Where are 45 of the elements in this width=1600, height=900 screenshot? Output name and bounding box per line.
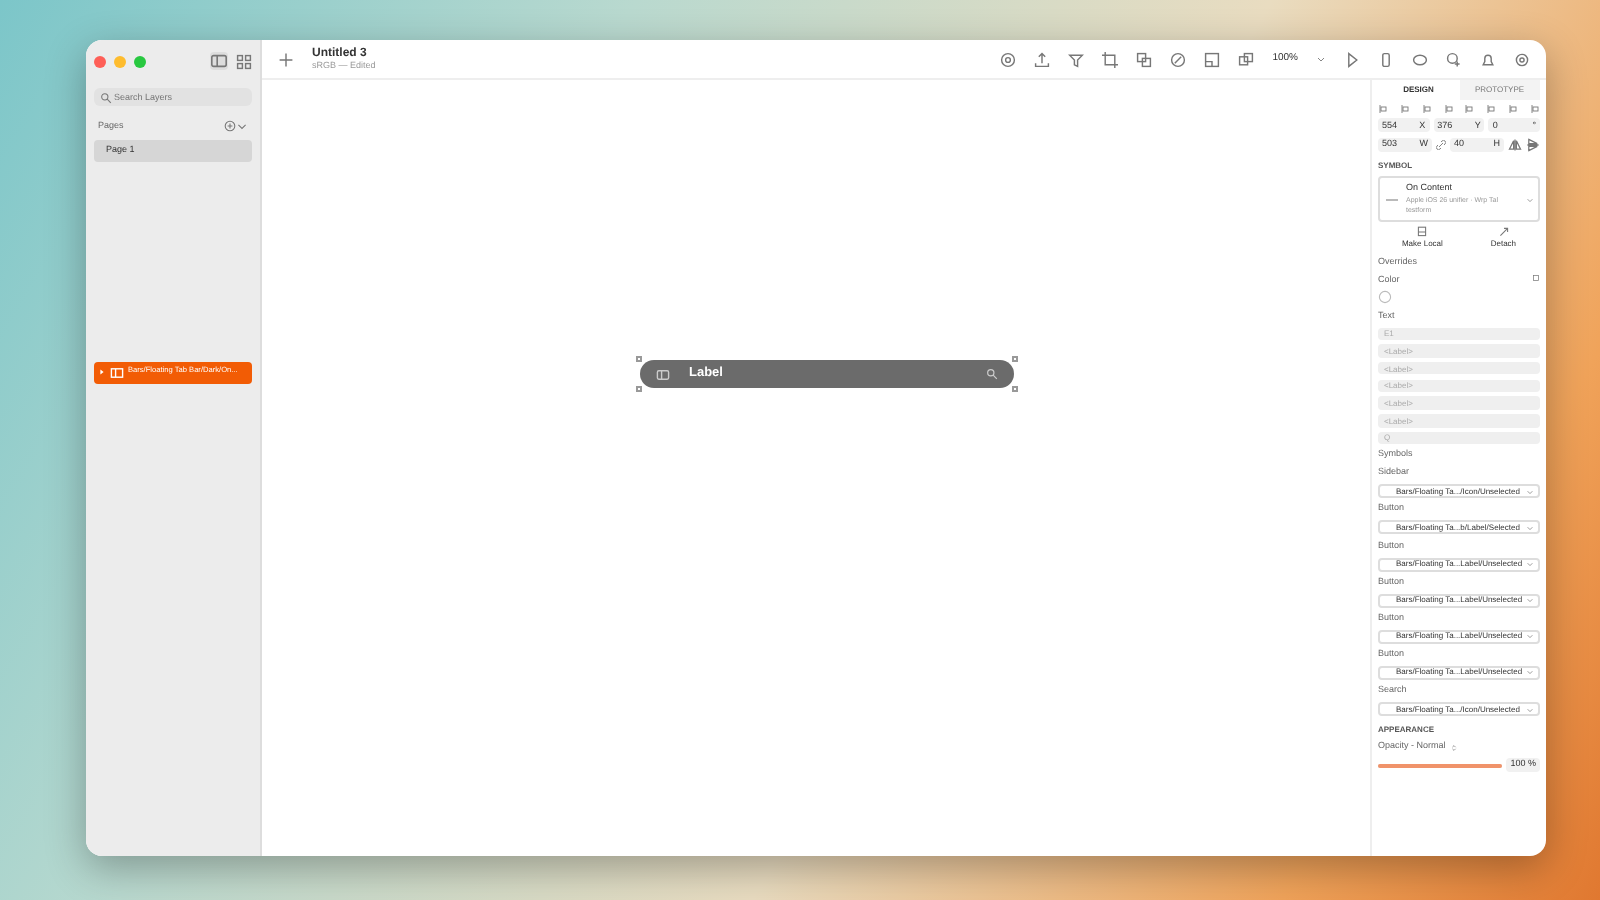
upload-icon[interactable] [1034,51,1051,67]
align-icon[interactable] [1529,104,1540,115]
target-icon[interactable] [1000,51,1017,67]
resize-handle[interactable] [635,386,641,392]
play-icon[interactable] [1344,51,1360,67]
chevron-down-icon[interactable] [236,120,248,133]
crop-icon[interactable] [1102,51,1119,67]
symbol-icon [110,365,124,379]
bell-icon[interactable] [1480,51,1496,67]
link-icon[interactable] [1436,139,1446,150]
stepper-icon[interactable] [1449,743,1458,752]
detach-style-icon[interactable] [1532,273,1540,281]
layers-icon[interactable] [1238,51,1255,67]
align-icon[interactable] [1421,104,1432,115]
flip-horizontal-icon[interactable] [1508,137,1522,152]
align-icon[interactable] [1378,104,1388,115]
chevron-down-icon [1526,560,1534,568]
resize-handle[interactable] [635,356,641,362]
resize-handle[interactable] [1011,386,1017,392]
search-icon [985,368,997,380]
align-icon[interactable] [1464,104,1475,115]
phone-icon[interactable] [1378,51,1394,67]
color-swatch-icon[interactable] [1378,290,1392,305]
user-add-icon[interactable] [1446,51,1462,67]
align-icon[interactable] [1486,104,1497,115]
opacity-slider-fill[interactable] [1378,763,1503,768]
chevron-down-icon [1526,705,1534,713]
search-icon [100,91,112,103]
funnel-icon[interactable] [1068,51,1085,67]
arrow-icon [1497,226,1510,239]
align-icon[interactable] [1508,104,1519,115]
flip-vertical-icon[interactable] [1526,137,1540,152]
add-page-icon[interactable] [224,120,236,133]
sidebar-icon [655,367,669,381]
align-icon[interactable] [1443,104,1454,115]
frame-icon[interactable] [1204,51,1221,67]
copy-icon[interactable] [1136,51,1153,67]
align-icon[interactable] [1399,104,1410,115]
symbol-icon [1416,226,1429,239]
resize-handle[interactable] [1011,356,1017,362]
add-icon[interactable] [278,51,294,67]
sidebar-toggle-icon[interactable] [210,52,228,70]
symbol-thumbnail-icon [1384,193,1400,206]
grid-icon[interactable] [236,53,252,69]
disclosure-icon[interactable] [98,368,106,376]
